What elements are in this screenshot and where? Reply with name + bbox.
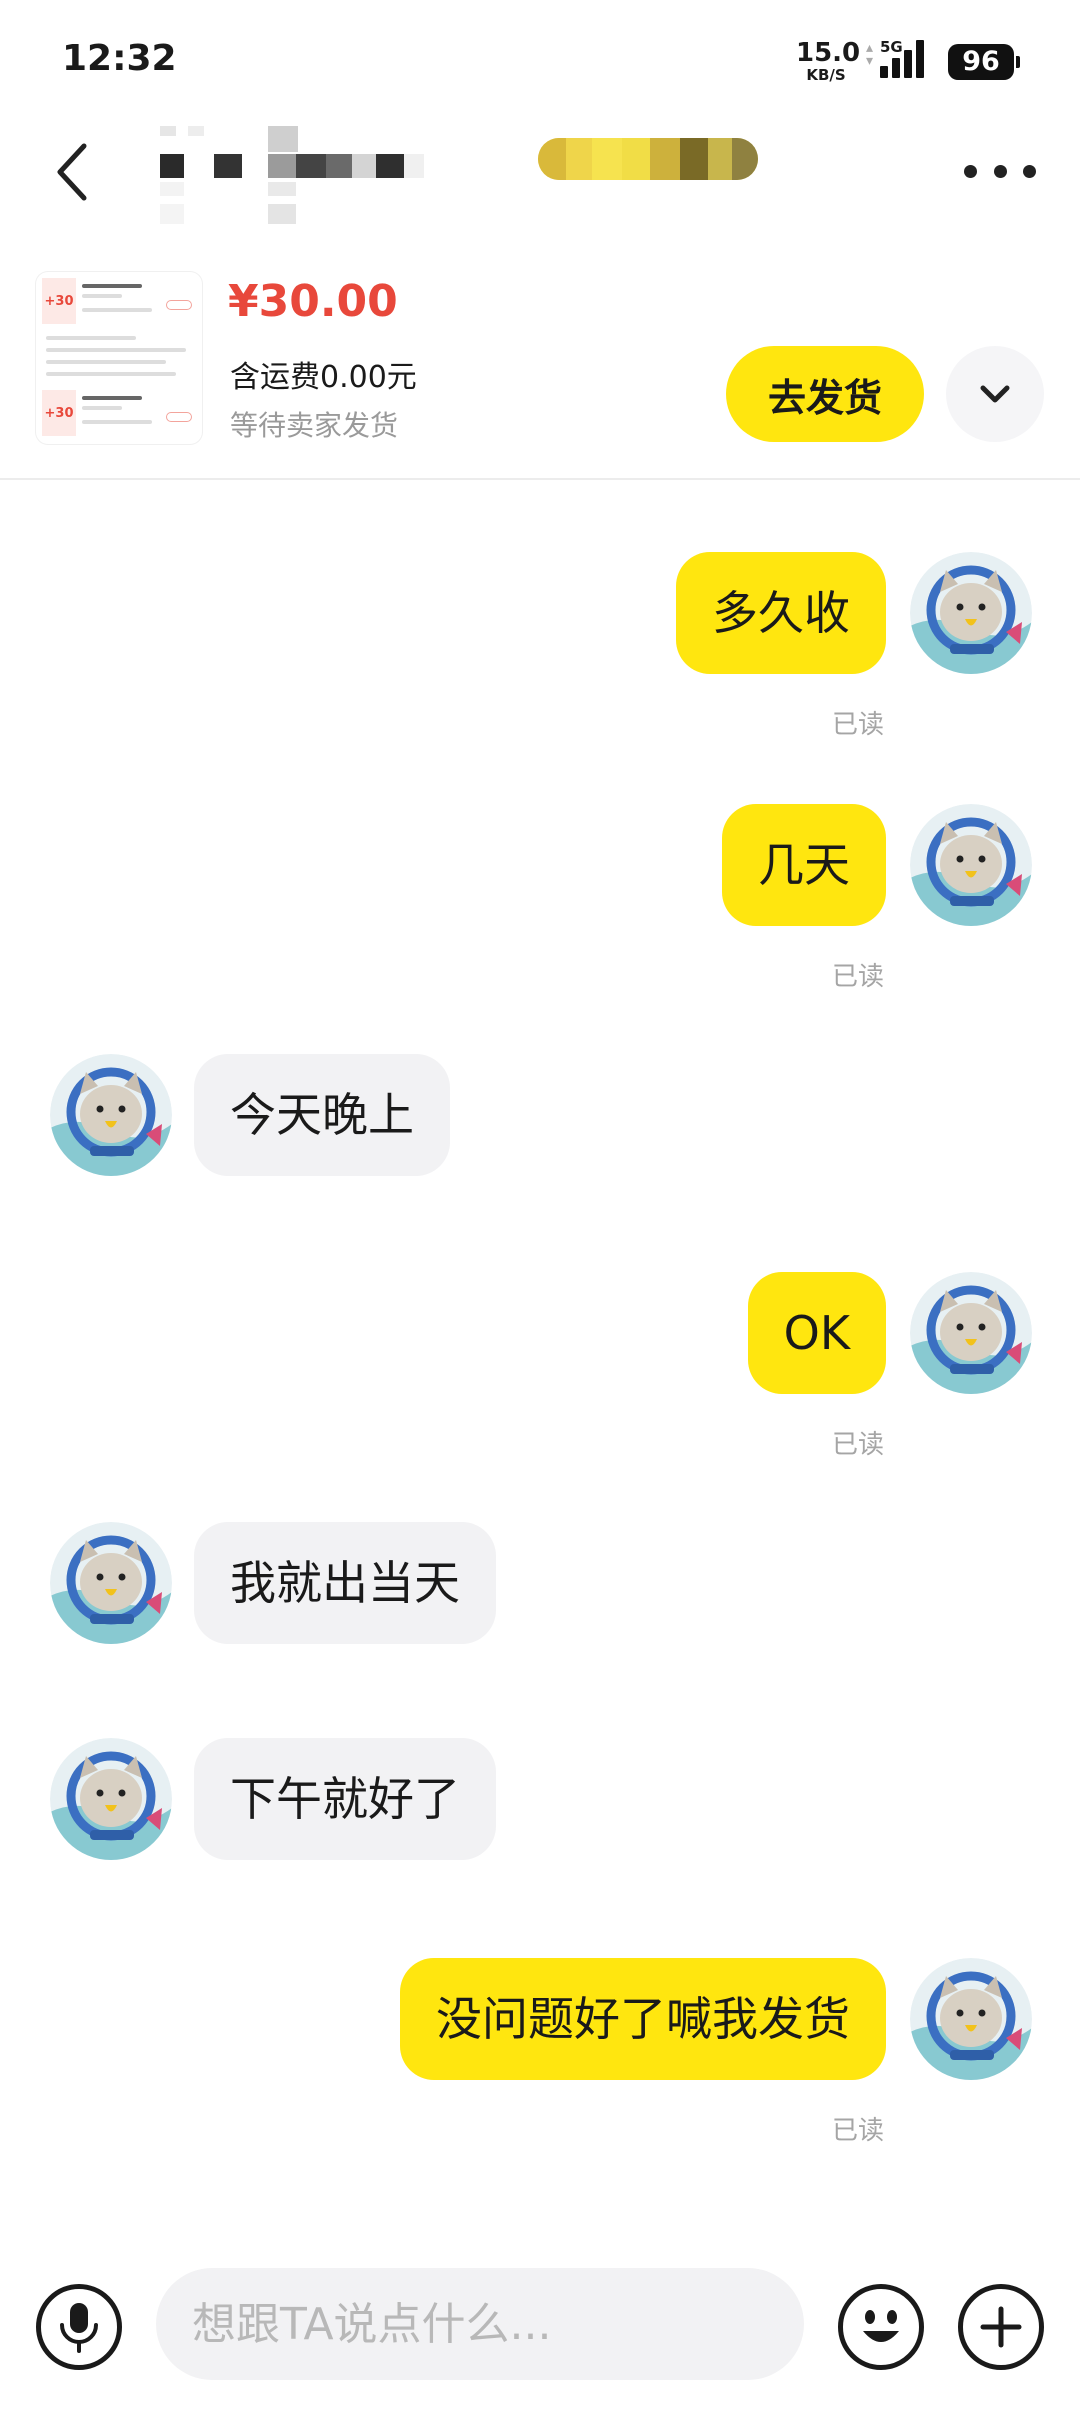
- network-type: 5G: [880, 38, 903, 56]
- avatar[interactable]: [50, 1054, 172, 1176]
- contact-tag-redacted: [538, 138, 758, 180]
- network-speed: 15.0 KB/S: [796, 38, 861, 84]
- voice-button[interactable]: [36, 2284, 122, 2370]
- network-speed-value: 15.0: [796, 38, 861, 68]
- message-bubble[interactable]: 我就出当天: [194, 1522, 496, 1644]
- thumbnail-coupon: +30: [42, 278, 196, 324]
- message-input[interactable]: [156, 2268, 804, 2380]
- read-receipt: 已读: [831, 2116, 884, 2146]
- plus-icon: [980, 2306, 1022, 2348]
- network-speed-unit: KB/S: [806, 66, 846, 84]
- emoji-icon: [863, 2310, 899, 2342]
- cat-avatar-image: [50, 1054, 172, 1176]
- avatar[interactable]: [910, 804, 1032, 926]
- cat-avatar-image: [910, 1958, 1032, 2080]
- read-receipt: 已读: [831, 710, 884, 740]
- message-bubble[interactable]: 今天晚上: [194, 1054, 450, 1176]
- battery-icon: 96: [948, 44, 1020, 80]
- signal-icon: 5G: [880, 38, 936, 80]
- message-bubble[interactable]: 下午就好了: [194, 1738, 496, 1860]
- avatar[interactable]: [50, 1522, 172, 1644]
- order-card[interactable]: +30 +30 ¥30.00 含运费0.00元 等待卖家发货 去发货: [0, 260, 1080, 480]
- expand-button[interactable]: [946, 346, 1044, 442]
- data-arrows-icon: ▴ ▾: [866, 40, 874, 69]
- product-thumbnail[interactable]: +30 +30: [36, 272, 202, 444]
- cat-avatar-image: [50, 1738, 172, 1860]
- read-receipt: 已读: [831, 962, 884, 992]
- chat-screen: 12:32 15.0 KB/S ▴ ▾ 5G 96 +30 +30 ¥30.00…: [0, 0, 1080, 2412]
- contact-name-redacted: [150, 120, 490, 240]
- read-receipt: 已读: [831, 1430, 884, 1460]
- back-button[interactable]: [44, 140, 100, 204]
- thumbnail-coupon: +30: [42, 390, 196, 436]
- avatar[interactable]: [50, 1738, 172, 1860]
- input-bar: [0, 2240, 1080, 2412]
- cat-avatar-image: [910, 1272, 1032, 1394]
- cat-avatar-image: [50, 1522, 172, 1644]
- chevron-down-icon: [980, 385, 1010, 403]
- message-bubble[interactable]: OK: [747, 1272, 886, 1394]
- avatar[interactable]: [910, 1958, 1032, 2080]
- cat-avatar-image: [910, 804, 1032, 926]
- ship-button[interactable]: 去发货: [726, 346, 924, 442]
- product-price: ¥30.00: [228, 276, 398, 327]
- microphone-icon: [60, 2303, 98, 2353]
- order-status: 等待卖家发货: [230, 409, 399, 442]
- message-bubble[interactable]: 多久收: [676, 552, 886, 674]
- avatar[interactable]: [910, 552, 1032, 674]
- emoji-button[interactable]: [838, 2284, 924, 2370]
- more-dots-icon: [964, 164, 977, 178]
- shipping-fee: 含运费0.00元: [230, 360, 417, 395]
- chevron-left-icon: [57, 143, 87, 201]
- avatar[interactable]: [910, 1272, 1032, 1394]
- status-time: 12:32: [62, 38, 177, 79]
- more-button[interactable]: [964, 150, 1036, 192]
- message-list[interactable]: 多久收 已读 几天 已读 今天晚上 OK 已读 我就出当天 下午就好了 没问题好…: [0, 482, 1080, 2222]
- message-bubble[interactable]: 没问题好了喊我发货: [400, 1958, 886, 2080]
- status-bar: 12:32 15.0 KB/S ▴ ▾ 5G 96: [0, 0, 1080, 120]
- message-bubble[interactable]: 几天: [722, 804, 886, 926]
- cat-avatar-image: [910, 552, 1032, 674]
- plus-button[interactable]: [958, 2284, 1044, 2370]
